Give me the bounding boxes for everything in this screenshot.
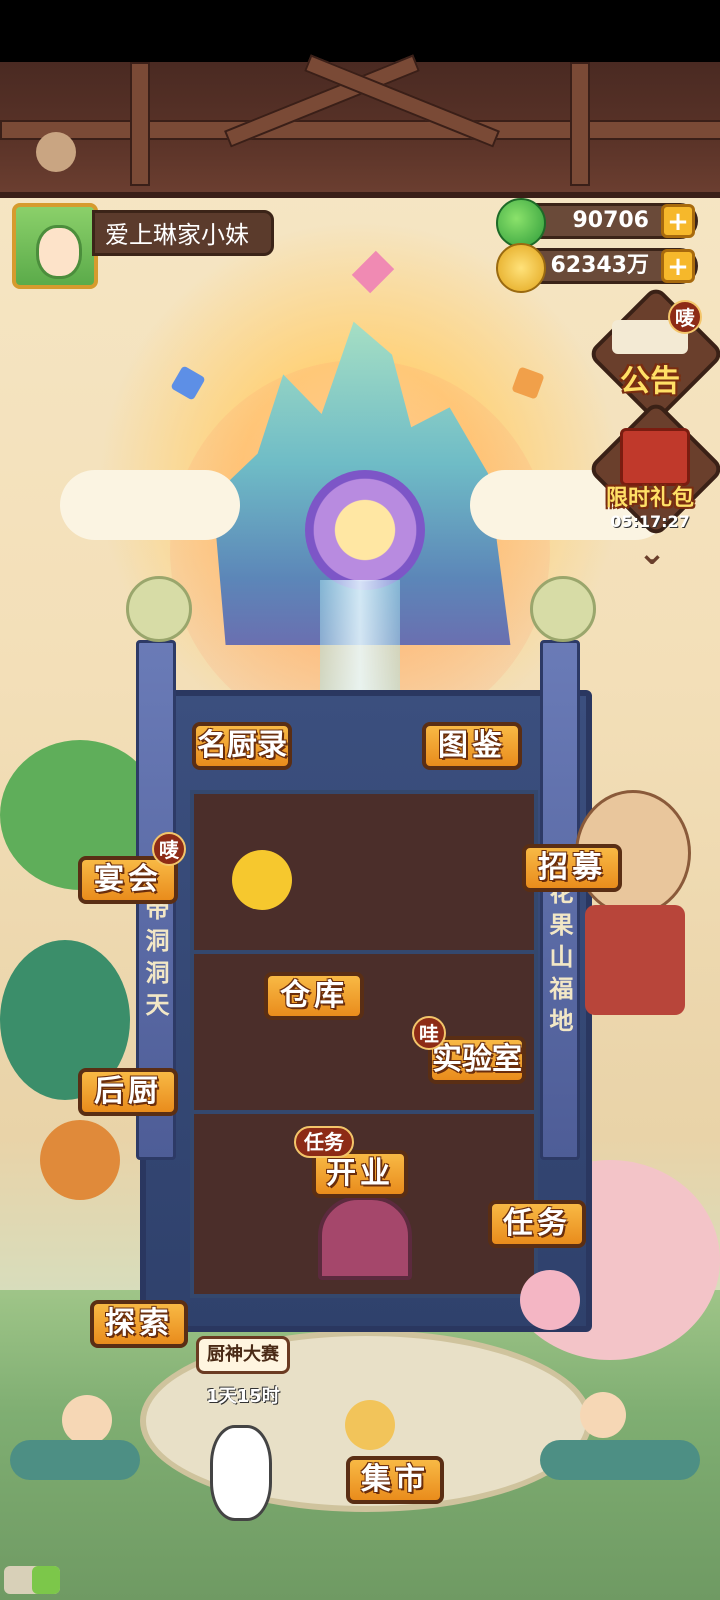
wooden-roof — [0, 54, 720, 198]
player-name[interactable]: 爱上琳家小妹 — [92, 210, 274, 256]
toggle-knob — [32, 1566, 60, 1594]
chevron-down-icon[interactable]: ⌄ — [630, 536, 674, 574]
recruit-button[interactable]: 招募 — [522, 844, 622, 892]
gift-pack-label: 限时礼包 — [605, 486, 694, 511]
right-pillar-text: 花果山福地 — [545, 880, 573, 1040]
chef-contest-button[interactable]: 厨神大赛 — [196, 1336, 290, 1374]
girl-character[interactable] — [520, 1270, 580, 1330]
market-button[interactable]: 集市 — [346, 1456, 444, 1504]
tasks-button[interactable]: 任务 — [488, 1200, 586, 1248]
tea-character[interactable] — [580, 1392, 626, 1438]
monkey-king-robe — [585, 905, 685, 1015]
bird-ornament — [36, 132, 76, 172]
notice-badge: 唛 — [668, 300, 702, 334]
scholar-character[interactable] — [62, 1395, 112, 1445]
left-pillar-cap — [126, 576, 192, 642]
chef-book-button[interactable]: 名厨录 — [192, 722, 292, 770]
roof-post — [130, 62, 150, 186]
add-jade-button[interactable]: + — [661, 204, 695, 238]
monkey-character[interactable] — [40, 1120, 120, 1200]
avatar-face — [36, 225, 82, 279]
warehouse-button[interactable]: 仓库 — [264, 972, 364, 1020]
right-pillar-cap — [530, 576, 596, 642]
chef-contest-timer: 1天15时 — [206, 1386, 280, 1407]
lab-badge: 哇 — [412, 1016, 446, 1050]
player-avatar[interactable] — [12, 203, 98, 289]
golden-statue — [232, 850, 292, 910]
roof-beam — [0, 120, 720, 140]
right-pillar: 花果山福地 — [540, 640, 580, 1160]
explore-button[interactable]: 探索 — [90, 1300, 188, 1348]
roof-post — [570, 62, 590, 186]
front-door[interactable] — [318, 1196, 412, 1280]
left-pillar-text: 帝洞洞天 — [141, 896, 169, 1024]
catalog-button[interactable]: 图鉴 — [422, 722, 522, 770]
coin-icon — [496, 243, 546, 293]
add-coin-button[interactable]: + — [661, 249, 695, 283]
coin-value: 62343万 — [550, 253, 649, 278]
back-kitchen-button[interactable]: 后厨 — [78, 1068, 178, 1116]
settings-toggle[interactable] — [4, 1566, 60, 1594]
banquet-badge: 唛 — [152, 832, 186, 866]
jade-value: 90706 — [572, 208, 649, 233]
jade-icon — [496, 198, 546, 248]
gift-box-icon — [620, 428, 690, 486]
gift-pack-timer: 05:17:27 — [610, 512, 690, 531]
scholar-table — [10, 1440, 140, 1480]
notice-label: 公告 — [620, 364, 680, 399]
cloud — [60, 470, 240, 540]
duck-character[interactable] — [210, 1425, 272, 1521]
lab-button[interactable]: 实验室 — [428, 1036, 526, 1084]
market-vendor-character[interactable] — [345, 1400, 395, 1450]
lion-orb — [305, 470, 425, 590]
tea-table — [540, 1440, 700, 1480]
open-task-badge: 任务 — [294, 1126, 354, 1158]
tower-floor-middle — [190, 950, 538, 1118]
